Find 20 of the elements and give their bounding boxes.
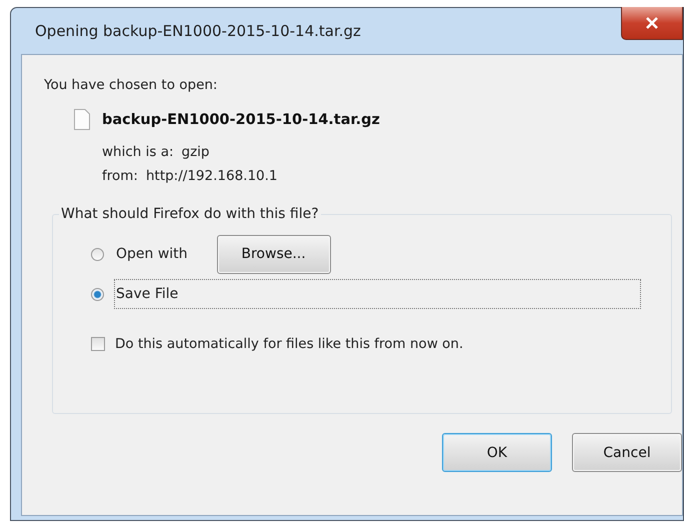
ok-button[interactable]: OK [442, 433, 552, 472]
close-icon [645, 17, 659, 29]
intro-text: You have chosen to open: [44, 77, 218, 93]
option-label[interactable]: Save File [114, 279, 641, 309]
browse-button[interactable]: Browse... [216, 234, 331, 274]
detail-label: which is a: [102, 144, 174, 160]
checkbox[interactable] [91, 337, 105, 351]
detail-value: gzip [182, 144, 210, 160]
checkbox-label[interactable]: Do this automatically for files like this from now on. [115, 336, 464, 352]
cancel-button[interactable]: Cancel [572, 433, 682, 472]
window-title: Opening backup-EN1000-2015-10-14.tar.gz [34, 22, 361, 40]
close-button[interactable] [621, 7, 683, 40]
file-icon [74, 109, 90, 130]
group-legend: What should Firefox do with this file? [59, 206, 321, 222]
detail-value: http://192.168.10.1 [146, 168, 278, 184]
radio-button[interactable] [91, 248, 104, 260]
detail-label: from: [102, 168, 138, 184]
file-name: backup-EN1000-2015-10-14.tar.gz [102, 112, 380, 128]
radio-button[interactable] [91, 288, 104, 300]
option-label[interactable]: Open with [114, 239, 193, 269]
